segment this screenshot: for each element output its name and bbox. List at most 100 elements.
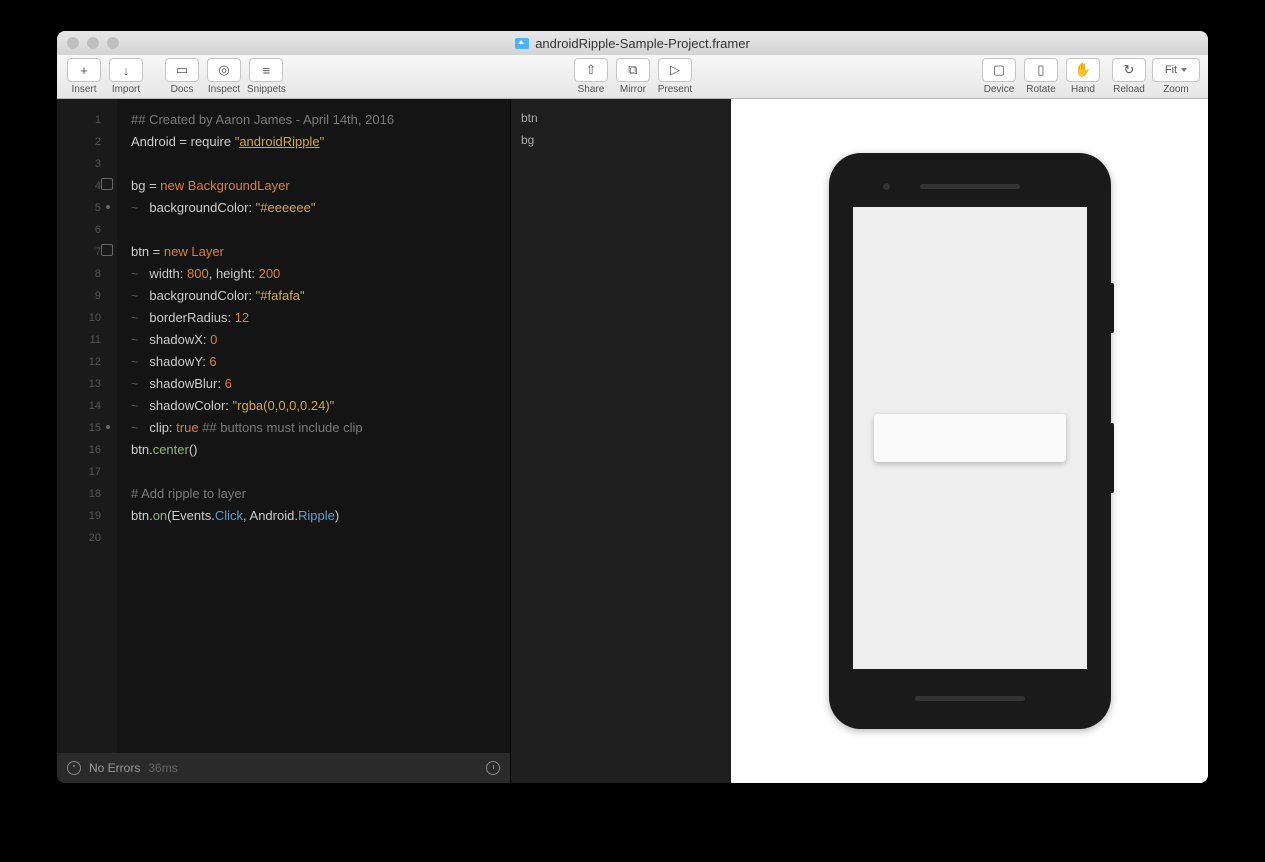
inspect-icon: ◎: [207, 58, 241, 82]
minimize-icon[interactable]: [87, 37, 99, 49]
gutter-dot-icon: [106, 425, 110, 429]
code-editor[interactable]: 1234567891011121314151617181920 ## Creat…: [57, 99, 510, 753]
folder-icon: [515, 38, 529, 49]
present-icon: ▷: [658, 58, 692, 82]
toolbar-label: Present: [658, 84, 692, 95]
layer-item[interactable]: bg: [521, 129, 721, 151]
fold-icon[interactable]: [101, 178, 113, 190]
code-line[interactable]: # Add ripple to layer: [131, 483, 500, 505]
layers-panel: btnbg: [510, 99, 731, 783]
code-line[interactable]: ~ clip: true ## buttons must include cli…: [131, 417, 500, 439]
line-number: 10: [57, 307, 111, 329]
insert-button[interactable]: + Insert: [65, 58, 103, 95]
code-line[interactable]: ~ shadowY: 6: [131, 351, 500, 373]
code-body[interactable]: ## Created by Aaron James - April 14th, …: [117, 99, 510, 753]
rotate-icon: ▯: [1024, 58, 1058, 82]
gutter-dot-icon: [106, 205, 110, 209]
line-number: 3: [57, 153, 111, 175]
line-number: 6: [57, 219, 111, 241]
mirror-button[interactable]: ⧉Mirror: [614, 58, 652, 95]
code-line[interactable]: bg = new BackgroundLayer: [131, 175, 500, 197]
code-line[interactable]: ## Created by Aaron James - April 14th, …: [131, 109, 500, 131]
present-button[interactable]: ▷ Present: [656, 58, 694, 95]
line-number: 14: [57, 395, 111, 417]
code-line[interactable]: [131, 219, 500, 241]
code-line[interactable]: Android = require "androidRipple": [131, 131, 500, 153]
code-line[interactable]: [131, 527, 500, 549]
camera-icon: [883, 183, 890, 190]
line-number: 9: [57, 285, 111, 307]
line-number: 5: [57, 197, 111, 219]
hand-button[interactable]: ✋Hand: [1064, 58, 1102, 95]
editor-pane: 1234567891011121314151617181920 ## Creat…: [57, 99, 510, 783]
toolbar-label: Mirror: [620, 84, 646, 95]
line-number: 19: [57, 505, 111, 527]
line-number: 2: [57, 131, 111, 153]
zoom-icon[interactable]: [107, 37, 119, 49]
speaker: [920, 184, 1020, 189]
rotate-button[interactable]: ▯ Rotate: [1022, 58, 1060, 95]
insert-icon: +: [67, 58, 101, 82]
title-text: androidRipple-Sample-Project.framer: [535, 36, 750, 51]
toolbar-label: Rotate: [1026, 84, 1055, 95]
reload-button[interactable]: ↻Reload: [1110, 58, 1148, 95]
line-number: 15: [57, 417, 111, 439]
app-window: androidRipple-Sample-Project.framer + Ins…: [57, 31, 1208, 783]
clock-icon[interactable]: [486, 761, 500, 775]
inspect-button[interactable]: ◎Inspect: [205, 58, 243, 95]
device-top: [841, 165, 1099, 207]
code-line[interactable]: ~ backgroundColor: "#fafafa": [131, 285, 500, 307]
toolbar-group-file: + Insert ↓ Import: [65, 58, 145, 95]
device-bottom: [841, 696, 1099, 701]
toolbar-label: Insert: [71, 84, 96, 95]
line-number: 18: [57, 483, 111, 505]
device-inner: [841, 165, 1099, 717]
code-line[interactable]: ~ borderRadius: 12: [131, 307, 500, 329]
code-line[interactable]: btn.on(Events.Click, Android.Ripple): [131, 505, 500, 527]
device-icon: ▢: [982, 58, 1016, 82]
target-icon[interactable]: [67, 761, 81, 775]
toolbar-label: Import: [112, 84, 140, 95]
code-line[interactable]: ~ shadowX: 0: [131, 329, 500, 351]
snippets-button[interactable]: ≡Snippets: [247, 58, 286, 95]
home-bar: [915, 696, 1025, 701]
traffic-lights: [67, 37, 119, 49]
code-line[interactable]: ~ shadowBlur: 6: [131, 373, 500, 395]
code-line[interactable]: ~ width: 800, height: 200: [131, 263, 500, 285]
zoom-select[interactable]: Fit: [1152, 58, 1200, 82]
toolbar-group-docs: ▭Docs◎Inspect≡Snippets: [163, 58, 286, 95]
preview-pane: [731, 99, 1208, 783]
status-time: 36ms: [148, 761, 177, 775]
line-number: 20: [57, 527, 111, 549]
code-line[interactable]: btn = new Layer: [131, 241, 500, 263]
code-line[interactable]: [131, 153, 500, 175]
status-errors: No Errors: [89, 761, 140, 775]
device-button[interactable]: ▢ Device: [980, 58, 1018, 95]
layer-item[interactable]: btn: [521, 107, 721, 129]
zoom-control: Fit Zoom: [1152, 58, 1200, 95]
line-number: 13: [57, 373, 111, 395]
preview-button-layer[interactable]: [874, 414, 1066, 462]
docs-icon: ▭: [165, 58, 199, 82]
code-line[interactable]: ~ backgroundColor: "#eeeeee": [131, 197, 500, 219]
docs-button[interactable]: ▭Docs: [163, 58, 201, 95]
phone-button-side: [1111, 283, 1114, 333]
import-button[interactable]: ↓ Import: [107, 58, 145, 95]
phone-button-side: [1111, 423, 1114, 493]
toolbar-label: Device: [984, 84, 1015, 95]
code-line[interactable]: ~ shadowColor: "rgba(0,0,0,0.24)": [131, 395, 500, 417]
device-screen[interactable]: [853, 207, 1087, 669]
zoom-value: Fit: [1165, 64, 1177, 76]
import-icon: ↓: [109, 58, 143, 82]
toolbar: + Insert ↓ Import ▭Docs◎Inspect≡Snippets ⇧S…: [57, 55, 1208, 99]
line-number: 11: [57, 329, 111, 351]
toolbar-group-share: ⇧Share⧉Mirror▷ Present: [572, 58, 694, 95]
code-line[interactable]: [131, 461, 500, 483]
fold-icon[interactable]: [101, 244, 113, 256]
window-title: androidRipple-Sample-Project.framer: [57, 36, 1208, 51]
titlebar[interactable]: androidRipple-Sample-Project.framer: [57, 31, 1208, 55]
line-number: 4: [57, 175, 111, 197]
code-line[interactable]: btn.center(): [131, 439, 500, 461]
close-icon[interactable]: [67, 37, 79, 49]
share-button[interactable]: ⇧Share: [572, 58, 610, 95]
